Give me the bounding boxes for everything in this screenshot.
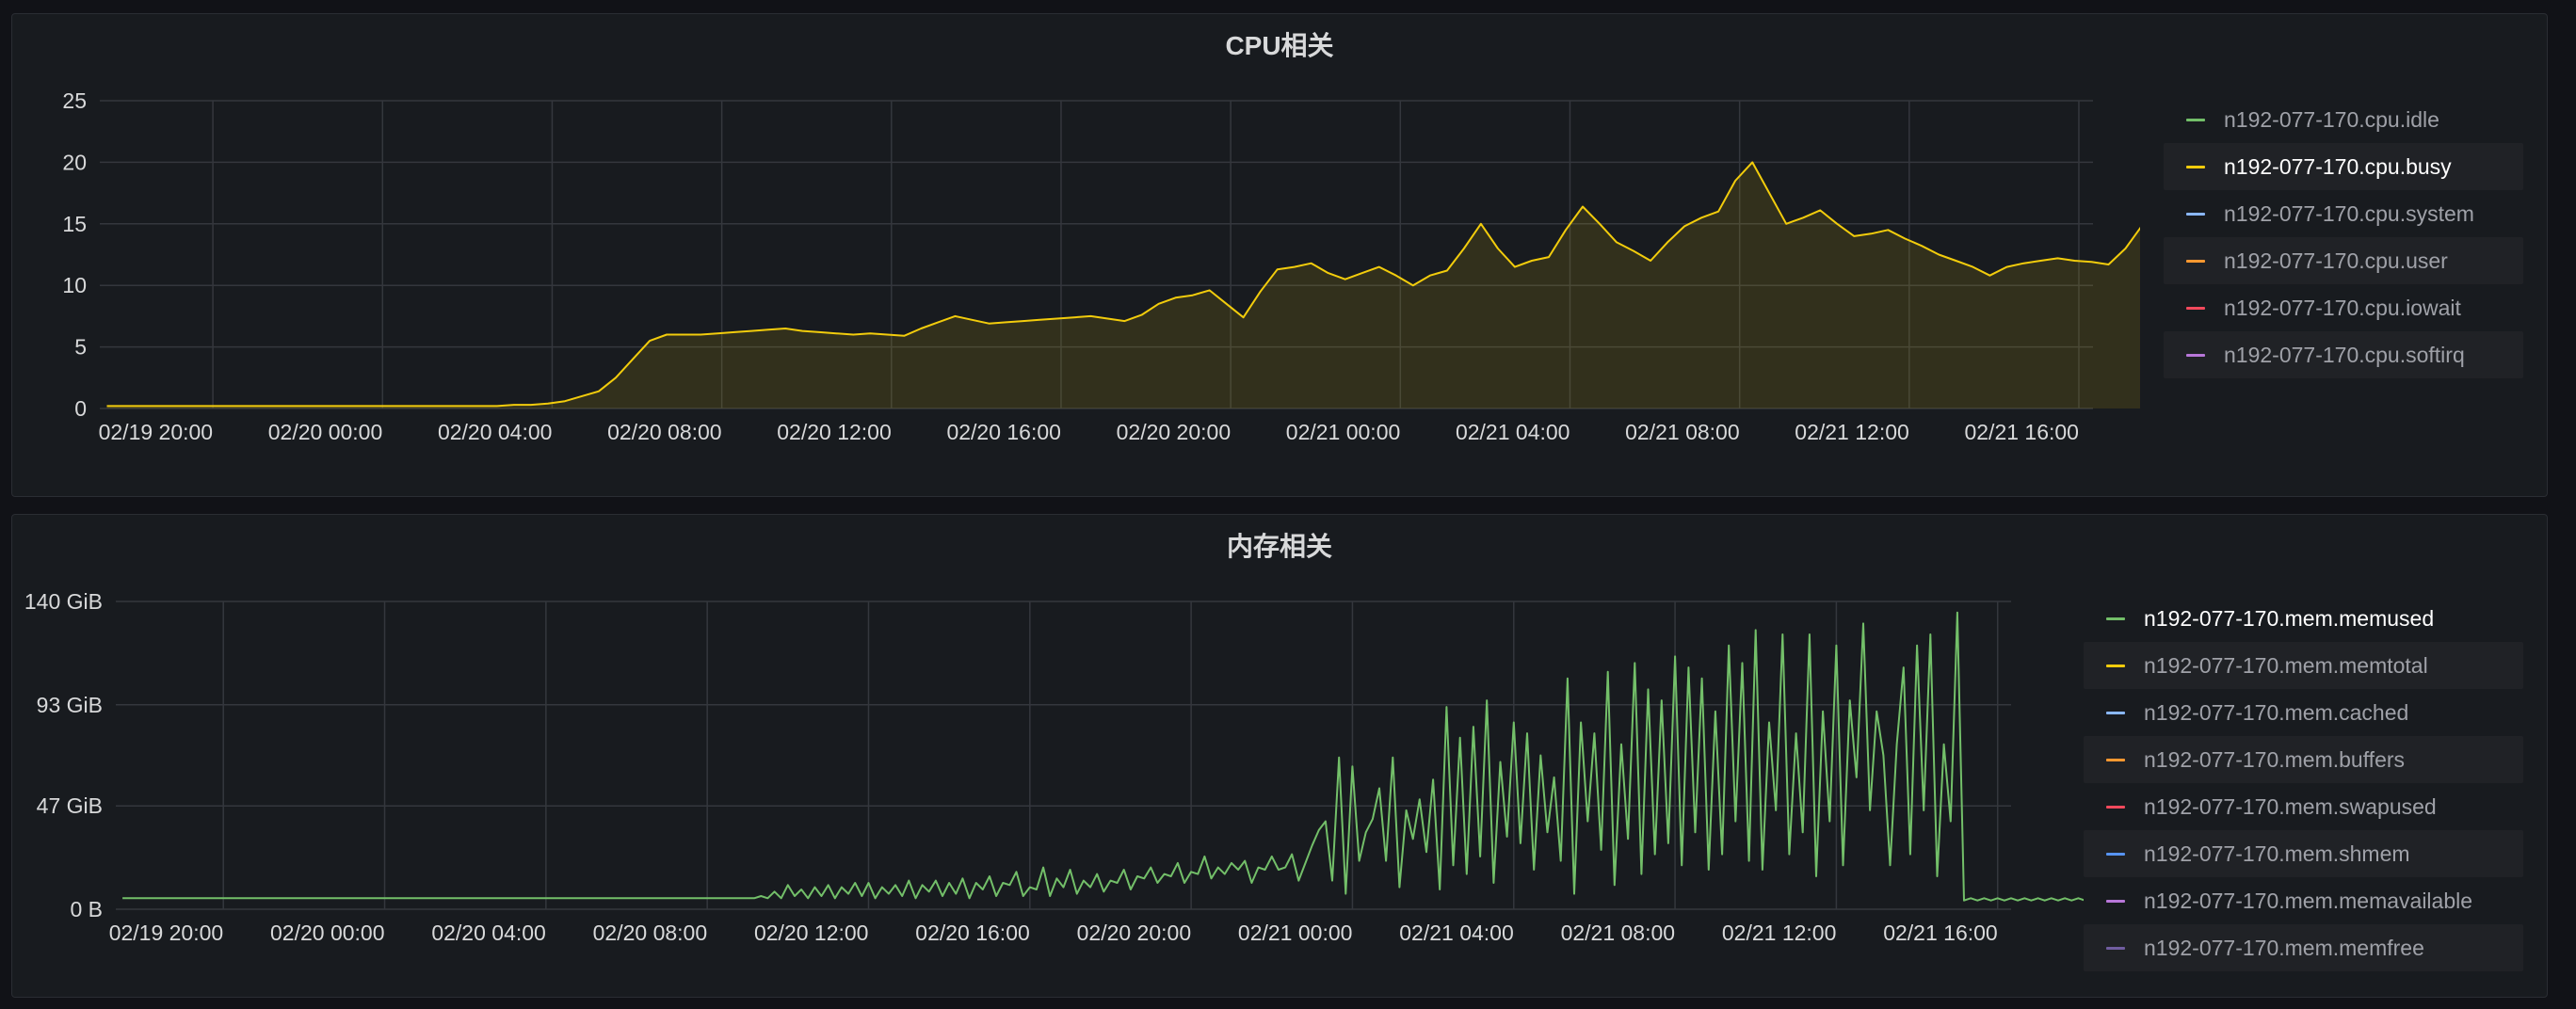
legend-label: n192-077-170.cpu.softirq (2224, 342, 2465, 367)
cpu-chart[interactable]: 0 5 10 15 20 25 02/19 20:00 02/20 00:00 02/20 04… (12, 14, 2140, 497)
grid (116, 601, 2011, 910)
x-tick-label: 02/20 00:00 (268, 420, 383, 444)
legend-label: n192-077-170.cpu.iowait (2224, 295, 2461, 320)
y-tick-label: 20 (62, 150, 87, 174)
legend-label: n192-077-170.mem.shmem (2144, 841, 2410, 866)
x-tick-label: 02/21 08:00 (1561, 921, 1676, 945)
memory-chart[interactable]: 0 B 47 GiB 93 GiB 140 GiB 02/19 20:00 02/20 0… (12, 515, 2084, 998)
x-tick-label: 02/20 20:00 (1077, 921, 1192, 945)
y-tick-label: 47 GiB (37, 793, 103, 818)
memory-panel: 内存相关 0 B 47 GiB 93 GiB 140 GiB 02/19 20:00 02… (11, 514, 2548, 998)
legend-item[interactable]: n192-077-170.mem.memavailable (2084, 877, 2523, 924)
legend-item[interactable]: n192-077-170.cpu.softirq (2164, 331, 2523, 378)
legend-label: n192-077-170.cpu.system (2224, 200, 2474, 226)
cpu-panel: CPU相关 0 5 10 15 20 25 02/19 20:00 02/20 00:00 02… (11, 13, 2548, 497)
y-tick-label: 0 (74, 396, 87, 421)
legend-label: n192-077-170.cpu.busy (2224, 153, 2452, 179)
legend-item[interactable]: n192-077-170.mem.cached (2084, 689, 2523, 736)
y-tick-label: 93 GiB (37, 693, 103, 717)
x-tick-label: 02/21 08:00 (1625, 420, 1740, 444)
y-tick-label: 15 (62, 212, 87, 236)
legend-item[interactable]: n192-077-170.cpu.user (2164, 237, 2523, 284)
x-tick-label: 02/20 16:00 (915, 921, 1030, 945)
y-tick-label: 0 B (70, 897, 103, 921)
legend-item[interactable]: n192-077-170.mem.buffers (2084, 736, 2523, 783)
legend-item[interactable]: n192-077-170.mem.memfree (2084, 924, 2523, 971)
legend-color-swatch (2106, 946, 2125, 950)
series-line[interactable] (122, 611, 2084, 902)
x-tick-label: 02/21 16:00 (1883, 921, 1998, 945)
legend-item[interactable]: n192-077-170.mem.shmem (2084, 830, 2523, 877)
legend-item[interactable]: n192-077-170.mem.memused (2084, 595, 2523, 642)
x-tick-label: 02/20 12:00 (754, 921, 869, 945)
x-tick-label: 02/20 08:00 (607, 420, 722, 444)
legend-item[interactable]: n192-077-170.cpu.busy (2164, 143, 2523, 190)
legend-label: n192-077-170.cpu.idle (2224, 106, 2439, 132)
legend-color-swatch (2106, 899, 2125, 903)
cpu-legend: n192-077-170.cpu.idle n192-077-170.cpu.bu… (2164, 96, 2523, 378)
legend-color-swatch (2186, 259, 2205, 263)
x-tick-label: 02/20 08:00 (593, 921, 708, 945)
y-tick-label: 5 (74, 335, 87, 360)
x-tick-label: 02/20 12:00 (777, 420, 892, 444)
x-tick-label: 02/21 16:00 (1964, 420, 2079, 444)
legend-color-swatch (2186, 118, 2205, 121)
x-tick-label: 02/20 20:00 (1117, 420, 1232, 444)
legend-label: n192-077-170.mem.memused (2144, 605, 2435, 631)
legend-color-swatch (2186, 306, 2205, 310)
x-tick-label: 02/21 00:00 (1238, 921, 1353, 945)
x-tick-label: 02/21 12:00 (1795, 420, 1909, 444)
legend-color-swatch (2186, 353, 2205, 357)
legend-label: n192-077-170.mem.memavailable (2144, 888, 2473, 913)
legend-color-swatch (2106, 664, 2125, 667)
legend-item[interactable]: n192-077-170.cpu.idle (2164, 96, 2523, 143)
x-tick-label: 02/20 00:00 (270, 921, 385, 945)
memory-legend: n192-077-170.mem.memused n192-077-170.mem… (2084, 595, 2523, 971)
y-tick-label: 10 (62, 273, 87, 297)
x-tick-label: 02/19 20:00 (99, 420, 214, 444)
legend-label: n192-077-170.mem.swapused (2144, 793, 2437, 819)
x-tick-label: 02/20 04:00 (431, 921, 546, 945)
legend-item[interactable]: n192-077-170.cpu.system (2164, 190, 2523, 237)
x-tick-label: 02/21 00:00 (1286, 420, 1401, 444)
legend-color-swatch (2106, 852, 2125, 856)
y-tick-label: 25 (62, 88, 87, 113)
legend-label: n192-077-170.mem.buffers (2144, 746, 2406, 772)
x-tick-label: 02/20 16:00 (946, 420, 1061, 444)
x-tick-label: 02/21 04:00 (1456, 420, 1570, 444)
x-tick-label: 02/19 20:00 (109, 921, 224, 945)
legend-item[interactable]: n192-077-170.mem.memtotal (2084, 642, 2523, 689)
legend-item[interactable]: n192-077-170.mem.swapused (2084, 783, 2523, 830)
y-tick-label: 140 GiB (24, 589, 103, 614)
legend-color-swatch (2106, 758, 2125, 761)
x-tick-label: 02/20 04:00 (438, 420, 553, 444)
legend-color-swatch (2106, 805, 2125, 809)
legend-item[interactable]: n192-077-170.cpu.iowait (2164, 284, 2523, 331)
legend-label: n192-077-170.cpu.user (2224, 248, 2448, 273)
x-tick-label: 02/21 04:00 (1399, 921, 1514, 945)
legend-color-swatch (2106, 617, 2125, 620)
legend-label: n192-077-170.mem.memtotal (2144, 652, 2428, 678)
legend-label: n192-077-170.mem.cached (2144, 699, 2409, 725)
legend-color-swatch (2186, 165, 2205, 168)
legend-color-swatch (2186, 212, 2205, 216)
legend-label: n192-077-170.mem.memfree (2144, 935, 2424, 960)
x-tick-label: 02/21 12:00 (1722, 921, 1837, 945)
legend-color-swatch (2106, 711, 2125, 714)
